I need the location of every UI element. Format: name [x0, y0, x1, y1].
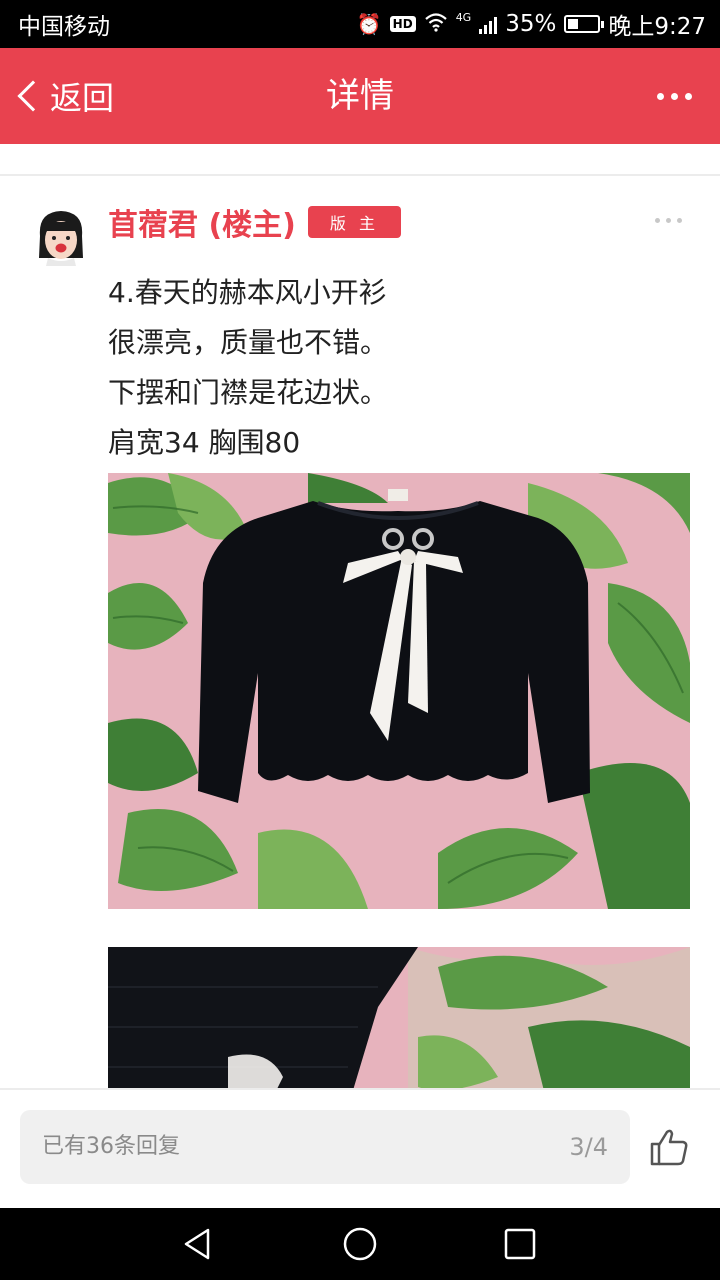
moderator-badge: 版 主: [307, 206, 401, 238]
post-line: 肩宽34 胸围80: [108, 426, 301, 459]
more-dots-icon: [657, 92, 664, 100]
alarm-icon: ⏰: [356, 12, 382, 36]
clock: 晚上9:27: [608, 14, 706, 40]
app-bar: 返回 详情: [0, 48, 720, 144]
status-bar: 中国移动 ⏰ HD 4G 35% 晚上9:27: [0, 0, 720, 48]
post-line: 下摆和门襟是花边状。: [108, 376, 389, 409]
reply-input[interactable]: 已有36条回复 3/4: [20, 1110, 630, 1184]
battery-icon: [564, 15, 605, 33]
network-type: 4G: [455, 10, 472, 24]
author-avatar[interactable]: [34, 206, 88, 266]
post-more-button[interactable]: [655, 218, 682, 223]
triangle-back-icon[interactable]: [180, 1226, 216, 1262]
system-nav-bar: [0, 1208, 720, 1280]
battery-level: [568, 19, 579, 29]
chevron-left-icon: [17, 80, 49, 112]
carrier-name: 中国移动: [18, 14, 110, 40]
previous-content-edge: [0, 144, 720, 176]
post-line: 4.春天的赫本风小开衫: [108, 276, 387, 309]
post-line: 很漂亮，质量也不错。: [108, 326, 389, 359]
author-row: 苜蓿君 (楼主) 版 主: [108, 200, 401, 244]
back-button[interactable]: 返回: [14, 48, 114, 144]
wifi-icon: [424, 12, 448, 37]
cardigan-photo[interactable]: [108, 473, 690, 909]
page-indicator[interactable]: 3/4: [569, 1110, 608, 1184]
detail-photo[interactable]: [108, 947, 690, 1088]
status-icons: ⏰ HD 4G 35% 晚上9:27: [357, 7, 706, 41]
battery-percent: 35%: [505, 11, 557, 37]
hd-label: HD: [389, 16, 416, 32]
thumbs-up-icon[interactable]: [648, 1126, 690, 1168]
reply-bar: 已有36条回复 3/4: [0, 1088, 720, 1208]
reply-count: 已有36条回复: [42, 1134, 180, 1159]
post-card: 苜蓿君 (楼主) 版 主 4.春天的赫本风小开衫 很漂亮，质量也不错。 下摆和门…: [0, 178, 720, 1088]
more-button[interactable]: [657, 48, 692, 144]
post-body: 4.春天的赫本风小开衫 很漂亮，质量也不错。 下摆和门襟是花边状。 肩宽34 胸…: [108, 268, 688, 468]
circle-home-icon[interactable]: [342, 1226, 378, 1262]
author-name[interactable]: 苜蓿君 (楼主): [108, 200, 296, 244]
signal-icon: [479, 14, 498, 34]
back-label: 返回: [50, 79, 115, 117]
square-recent-icon[interactable]: [502, 1226, 538, 1262]
more-dots-icon: [655, 218, 660, 223]
